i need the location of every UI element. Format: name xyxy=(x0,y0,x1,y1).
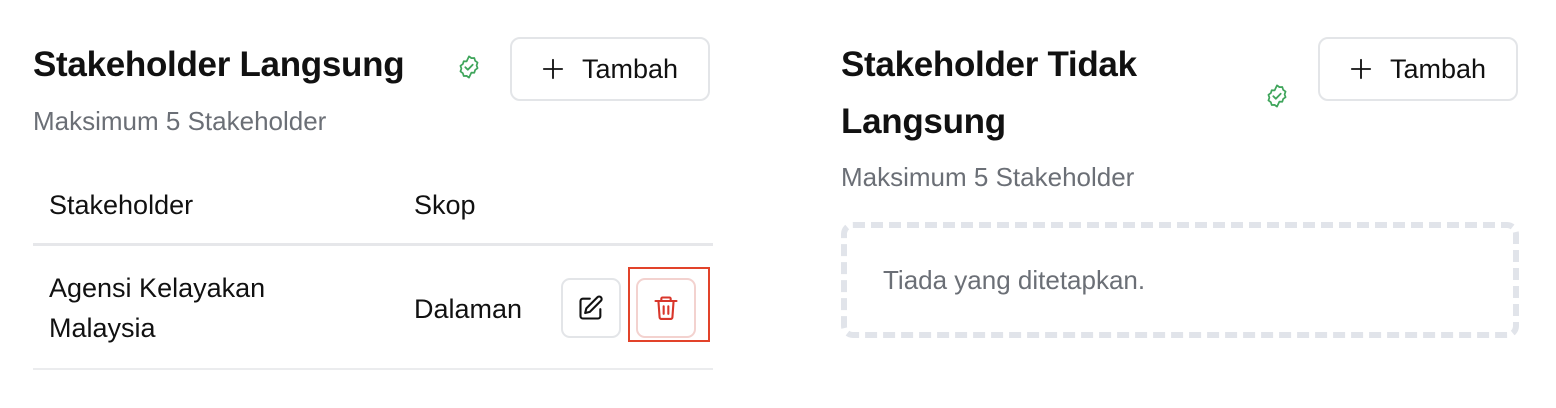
stakeholder-name-line-2: Malaysia xyxy=(49,313,156,343)
header-divider xyxy=(33,243,713,246)
plus-icon xyxy=(542,58,564,80)
add-button-label: Tambah xyxy=(581,53,679,84)
panel-title: Stakeholder Langsung xyxy=(33,45,405,84)
row-divider xyxy=(33,368,713,370)
add-stakeholder-button[interactable]: Tambah xyxy=(1318,37,1518,101)
pencil-edit-icon xyxy=(579,295,603,320)
check-badge-icon xyxy=(1267,84,1287,108)
column-header-skop: Skop xyxy=(414,190,476,220)
delete-button[interactable] xyxy=(636,278,696,338)
panel-title-line-2: Langsung xyxy=(841,102,1006,141)
plus-icon xyxy=(1350,58,1372,80)
empty-state-text: Tiada yang ditetapkan. xyxy=(883,264,1146,295)
trash-icon xyxy=(654,296,678,321)
panel-subtitle: Maksimum 5 Stakeholder xyxy=(841,162,1135,192)
column-header-stakeholder: Stakeholder xyxy=(49,190,194,220)
edit-button[interactable] xyxy=(561,278,621,338)
stakeholder-name-line-1: Agensi Kelayakan xyxy=(49,273,266,303)
panel-title-line-1: Stakeholder Tidak xyxy=(841,45,1137,84)
empty-state: Tiada yang ditetapkan. xyxy=(841,222,1519,338)
add-button-label: Tambah xyxy=(1389,53,1487,84)
stakeholder-skop: Dalaman xyxy=(414,294,523,324)
add-stakeholder-button[interactable]: Tambah xyxy=(510,37,710,101)
check-badge-icon xyxy=(459,55,479,79)
panel-subtitle: Maksimum 5 Stakeholder xyxy=(33,106,327,136)
